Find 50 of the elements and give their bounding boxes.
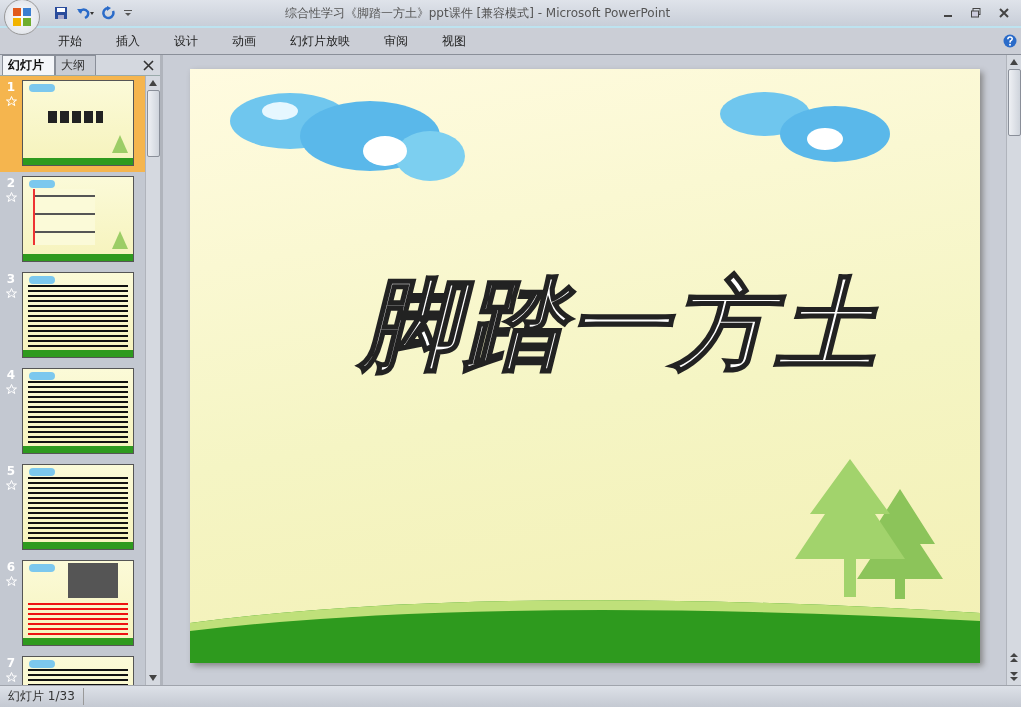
- office-button[interactable]: [4, 0, 40, 35]
- slide-thumbnail[interactable]: [22, 80, 134, 166]
- slide-number: 3: [6, 272, 16, 286]
- close-icon[interactable]: [999, 8, 1009, 18]
- slide-thumbnail[interactable]: [22, 464, 134, 550]
- star-icon: [5, 192, 17, 202]
- slide-thumbnail[interactable]: [22, 272, 134, 358]
- star-icon: [5, 384, 17, 394]
- redo-icon[interactable]: [102, 6, 116, 20]
- ribbon-tab[interactable]: 动画: [232, 32, 256, 50]
- window-title: 综合性学习《脚踏一方土》ppt课件 [兼容模式] - Microsoft PowerPoint: [283, 4, 672, 22]
- ribbon-tab[interactable]: 幻灯片放映: [290, 32, 350, 50]
- slide-number: 5: [6, 464, 16, 478]
- panel-tab[interactable]: 幻灯片: [2, 55, 55, 75]
- star-icon: [5, 480, 17, 490]
- undo-icon[interactable]: [76, 6, 94, 20]
- slide-counter: 幻灯片 1/33: [0, 688, 84, 705]
- scroll-up-icon[interactable]: [149, 80, 157, 86]
- customize-arrow-icon[interactable]: [124, 9, 132, 17]
- thumbnail-scrollbar[interactable]: [145, 76, 160, 685]
- slide-scrollbar[interactable]: [1006, 55, 1021, 685]
- office-logo-icon: [11, 6, 33, 28]
- slide-number: 7: [6, 656, 16, 670]
- slide-thumbnail[interactable]: [22, 560, 134, 646]
- restore-icon[interactable]: [971, 8, 981, 18]
- scroll-up-icon[interactable]: [1010, 59, 1018, 65]
- previous-slide-icon[interactable]: [1010, 653, 1018, 663]
- slide-number: 1: [6, 80, 16, 94]
- scroll-thumb[interactable]: [146, 90, 160, 157]
- star-icon: [5, 288, 17, 298]
- slide-thumbnail[interactable]: [22, 176, 134, 262]
- star-icon: [5, 96, 17, 106]
- scroll-down-icon[interactable]: [149, 675, 157, 681]
- ribbon-tab[interactable]: 审阅: [384, 32, 408, 50]
- star-icon: [5, 672, 17, 682]
- ribbon-tab[interactable]: 设计: [174, 32, 198, 50]
- save-icon[interactable]: [54, 6, 68, 20]
- help-icon[interactable]: [1003, 34, 1017, 48]
- next-slide-icon[interactable]: [1010, 671, 1018, 681]
- close-icon[interactable]: [143, 60, 154, 71]
- slide-number: 6: [6, 560, 16, 574]
- slide-thumbnail[interactable]: [22, 368, 134, 454]
- ribbon-tab[interactable]: 视图: [442, 32, 466, 50]
- ribbon-tab[interactable]: 开始: [58, 32, 82, 50]
- scroll-thumb[interactable]: [1007, 69, 1021, 136]
- star-icon: [5, 576, 17, 586]
- panel-tab[interactable]: 大纲: [55, 55, 96, 75]
- slide-number: 2: [6, 176, 16, 190]
- ribbon-tab[interactable]: 插入: [116, 32, 140, 50]
- slide-number: 4: [6, 368, 16, 382]
